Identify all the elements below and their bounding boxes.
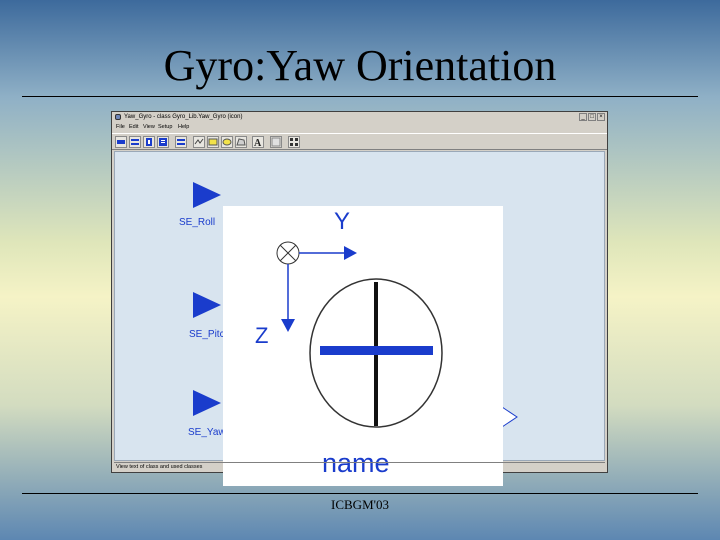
footer-divider [22, 493, 698, 494]
connect-icon[interactable] [288, 136, 300, 148]
diagram-canvas[interactable]: SE_Roll SE_Pitch SE_Yaw Y Z name [114, 151, 605, 486]
minimize-button[interactable]: _ [579, 113, 587, 121]
layers-icon[interactable] [129, 136, 141, 148]
axis-label-z: Z [255, 323, 269, 348]
maximize-button[interactable]: □ [588, 113, 596, 121]
menu-file[interactable]: File [116, 124, 125, 130]
menu-edit[interactable]: Edit [129, 124, 138, 130]
svg-text:A: A [254, 138, 262, 147]
bitmap-tool-icon[interactable] [270, 136, 282, 148]
window-titlebar[interactable]: Yaw_Gyro - class Gyro_Lib.Yaw_Gyro (icon… [112, 112, 607, 123]
slide-title: Gyro:Yaw Orientation [163, 41, 557, 90]
text-tool-icon[interactable]: A [252, 136, 264, 148]
menu-bar: File Edit View Setup Help [112, 123, 607, 132]
menu-setup[interactable]: Setup [158, 124, 172, 130]
status-bar: View text of class and used classes [114, 462, 605, 471]
menu-view[interactable]: View [143, 124, 155, 130]
output-port-icon[interactable] [501, 406, 519, 428]
port-label-se-yaw: SE_Yaw [188, 427, 226, 438]
port-label-se-roll: SE_Roll [179, 217, 216, 228]
text-view-icon[interactable] [157, 136, 169, 148]
ellipse-tool-icon[interactable] [221, 136, 233, 148]
se-pitch-port-icon[interactable] [192, 291, 222, 319]
close-button[interactable]: × [597, 113, 605, 121]
line-tool-icon[interactable] [193, 136, 205, 148]
documentation-icon[interactable] [175, 136, 187, 148]
info-icon[interactable] [143, 136, 155, 148]
diagram-icon[interactable] [115, 136, 127, 148]
title-divider [22, 96, 698, 97]
polygon-tool-icon[interactable] [235, 136, 247, 148]
toolbar: A [112, 133, 607, 150]
se-yaw-port-icon[interactable] [192, 389, 222, 417]
se-roll-port-icon[interactable] [192, 181, 222, 209]
menu-help[interactable]: Help [178, 124, 189, 130]
slide-footer: ICBGM'03 [331, 497, 389, 512]
app-icon [115, 114, 121, 120]
editor-window[interactable]: Yaw_Gyro - class Gyro_Lib.Yaw_Gyro (icon… [111, 111, 608, 486]
axis-label-y: Y [334, 208, 351, 235]
window-title: Yaw_Gyro - class Gyro_Lib.Yaw_Gyro (icon… [124, 114, 243, 120]
rectangle-tool-icon[interactable] [207, 136, 219, 148]
gyro-block[interactable]: Y Z name [223, 206, 503, 486]
